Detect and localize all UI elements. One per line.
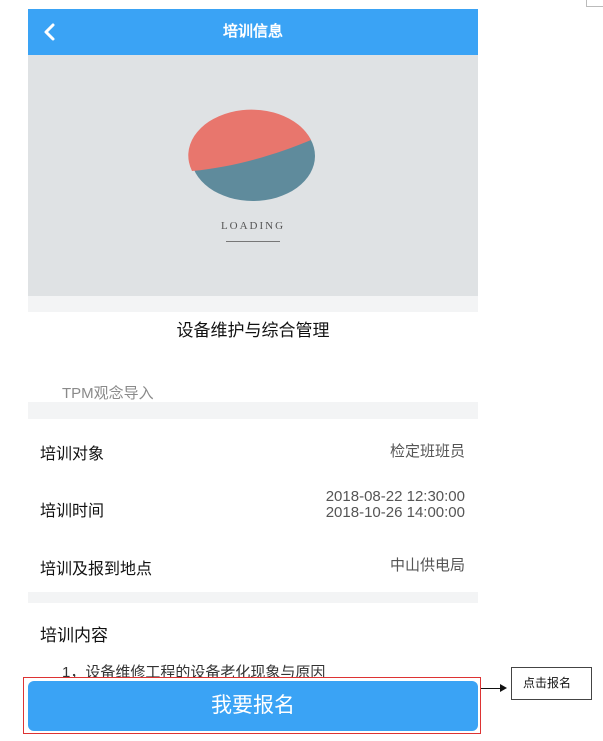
content-item: 1，设备维修工程的设备老化现象与原因 [62,664,326,677]
course-subtitle: TPM观念导入 [62,385,154,402]
loading-text: LOADING [220,220,286,232]
loading-underline [226,241,280,242]
top-bar: 培训信息 [28,9,478,55]
target-label: 培训对象 [40,446,105,463]
course-banner: LOADING [28,55,478,296]
time-value: 2018-08-22 12:30:00 2018-10-26 14:00:00 [326,489,465,521]
corner-mark [586,0,603,7]
location-label: 培训及报到地点 [40,561,153,578]
arrow-head-icon [500,684,507,692]
time-label: 培训时间 [40,503,105,520]
phone-screen: 培训信息 LOADING 设备维护与综合管理 TPM观念导入 培训对象 检定班班… [28,9,478,741]
section-divider [28,296,478,312]
location-value: 中山供电局 [389,557,465,574]
chevron-left-icon [44,23,55,41]
loading-pie-icon [188,109,315,201]
highlight-box [23,677,481,734]
callout-note: 点击报名 [511,667,592,700]
back-button[interactable] [36,18,64,46]
course-title: 设备维护与综合管理 [176,321,330,340]
time-end: 2018-10-26 14:00:00 [325,504,465,521]
time-start: 2018-08-22 12:30:00 [325,488,465,505]
content-heading: 培训内容 [40,626,108,645]
target-value: 检定班班员 [389,443,465,460]
page-title: 培训信息 [222,23,283,40]
section-divider [28,592,478,603]
section-divider [28,402,478,419]
